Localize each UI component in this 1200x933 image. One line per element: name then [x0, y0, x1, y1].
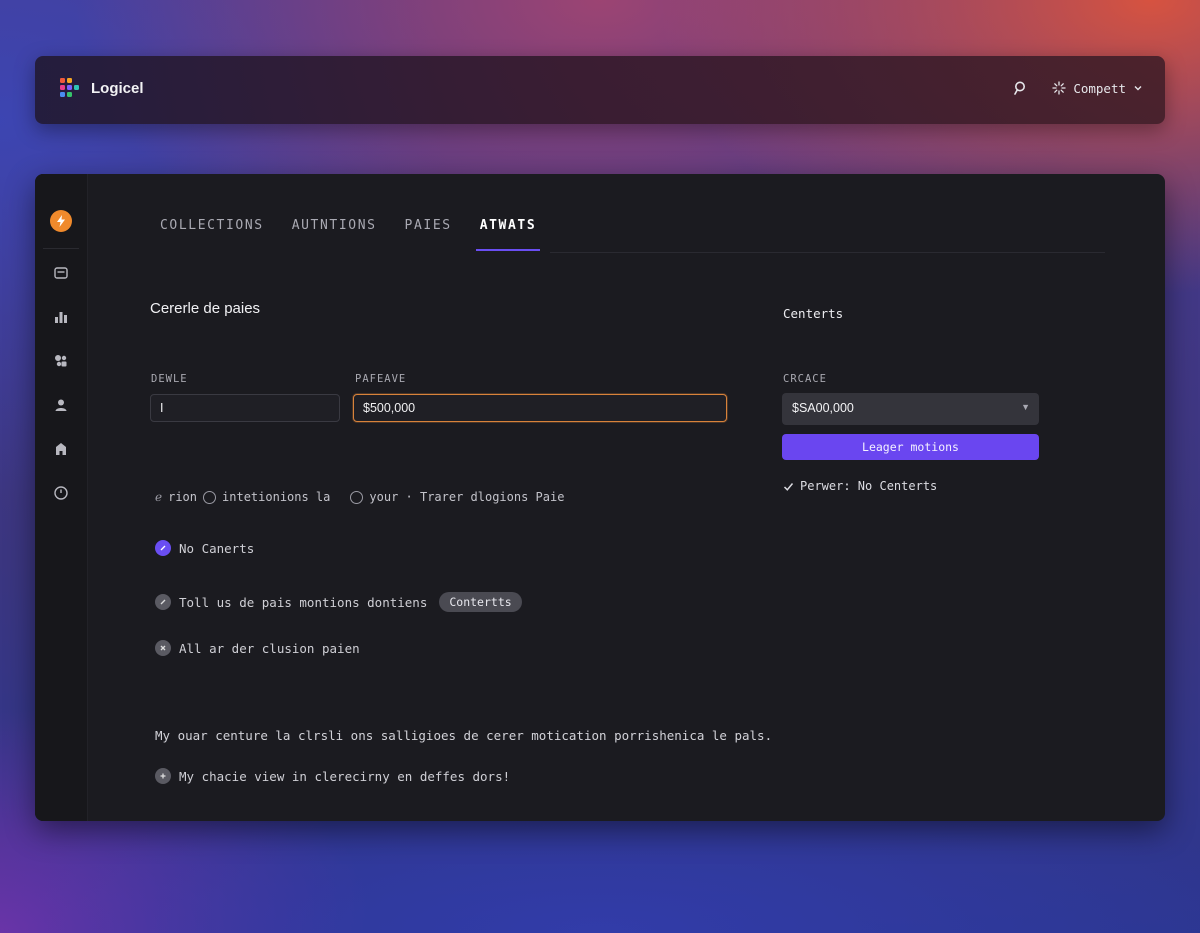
tab-atwats[interactable]: ATWATS — [475, 218, 540, 251]
tab-collections[interactable]: COLLECTIONS — [160, 218, 264, 251]
info-clock-icon — [203, 490, 217, 504]
info-part2: intetionions la — [222, 490, 331, 504]
field2-label: PAFEAVE — [355, 373, 407, 385]
info-row: ℯ rion intetionions la your · Trarer dlo… — [155, 490, 564, 504]
account-label: Compett — [1073, 80, 1126, 96]
bullet-item-3-label: All ar der clusion paien — [179, 640, 360, 656]
info-circle-icon — [350, 490, 364, 504]
sidebar-item-analytics[interactable] — [50, 306, 72, 328]
sidebar — [35, 174, 88, 821]
contents-badge[interactable]: Contertts — [439, 592, 522, 612]
account-menu[interactable]: Compett — [1052, 81, 1143, 96]
tab-paies[interactable]: PAIES — [405, 218, 452, 251]
field1-label: DEWLE — [151, 373, 188, 385]
search-button[interactable] — [1010, 78, 1030, 98]
bullet-item-1-label: No Canerts — [179, 540, 255, 556]
note-icon — [155, 768, 171, 784]
lightning-icon — [57, 215, 65, 227]
field2-input[interactable]: $500,000 — [353, 394, 727, 422]
tab-autntions[interactable]: AUTNTIONS — [292, 218, 377, 251]
inbox-icon — [54, 267, 68, 279]
chevron-down-icon — [1134, 86, 1142, 91]
sidebar-item-users[interactable] — [50, 394, 72, 416]
logo-icon — [60, 78, 79, 97]
amount-select-value: $SA00,000 — [792, 401, 854, 415]
right-panel-title: Centerts — [783, 306, 844, 321]
check-circle-icon — [155, 540, 171, 556]
building-icon — [56, 443, 66, 455]
puzzle-icon — [55, 355, 67, 367]
close-dot-icon — [155, 640, 171, 656]
status-line: Perwer: No Centerts — [783, 479, 937, 493]
bullet-item-2-label: Toll us de pais montions dontiens — [179, 594, 428, 610]
sidebar-divider — [43, 248, 79, 249]
settings-icon — [1052, 81, 1066, 95]
caret-down-icon: ▼ — [1021, 402, 1030, 412]
info-part1: rion — [168, 490, 198, 504]
field1-input[interactable]: I — [150, 394, 340, 422]
sidebar-item-inbox[interactable] — [50, 262, 72, 284]
tab-bar: COLLECTIONS AUTNTIONS PAIES ATWATS — [160, 218, 540, 251]
section-title: Cererle de paies — [150, 300, 261, 317]
footer-note: My chacie view in clerecirny en deffes d… — [155, 768, 510, 784]
info-prefix-icon: ℯ — [155, 490, 163, 504]
clock-icon — [54, 486, 68, 500]
sidebar-item-integrations[interactable] — [50, 350, 72, 372]
bar-chart-icon — [55, 312, 67, 323]
footer-note-label: My chacie view in clerecirny en deffes d… — [179, 768, 511, 784]
bullet-item-2[interactable]: Toll us de pais montions dontiens Conter… — [155, 592, 522, 612]
select-label: CRCACE — [783, 373, 827, 385]
primary-action-button[interactable]: Leager motions — [782, 434, 1039, 460]
info-dot-icon — [155, 594, 171, 610]
sidebar-item-buildings[interactable] — [50, 438, 72, 460]
sidebar-brand-button[interactable] — [50, 210, 72, 232]
app-logo[interactable]: Logicel — [57, 76, 144, 100]
search-icon — [1014, 81, 1026, 95]
bullet-item-1[interactable]: No Canerts — [155, 540, 254, 556]
checkmark-icon — [783, 482, 794, 491]
info-part3: your · Trarer dlogions Paie — [369, 490, 565, 504]
amount-select[interactable]: $SA00,000 ▼ — [782, 393, 1039, 425]
top-navigation-bar: Logicel Compett — [35, 56, 1165, 124]
app-name: Logicel — [91, 79, 144, 97]
status-text: Perwer: No Centerts — [800, 479, 938, 493]
description-paragraph: My ouar centure la clrsli ons salligioes… — [155, 728, 773, 743]
tab-divider — [550, 252, 1105, 253]
main-panel: COLLECTIONS AUTNTIONS PAIES ATWATS Cerer… — [35, 174, 1165, 821]
user-icon — [55, 399, 67, 411]
sidebar-item-history[interactable] — [50, 482, 72, 504]
bullet-item-3[interactable]: All ar der clusion paien — [155, 640, 360, 656]
